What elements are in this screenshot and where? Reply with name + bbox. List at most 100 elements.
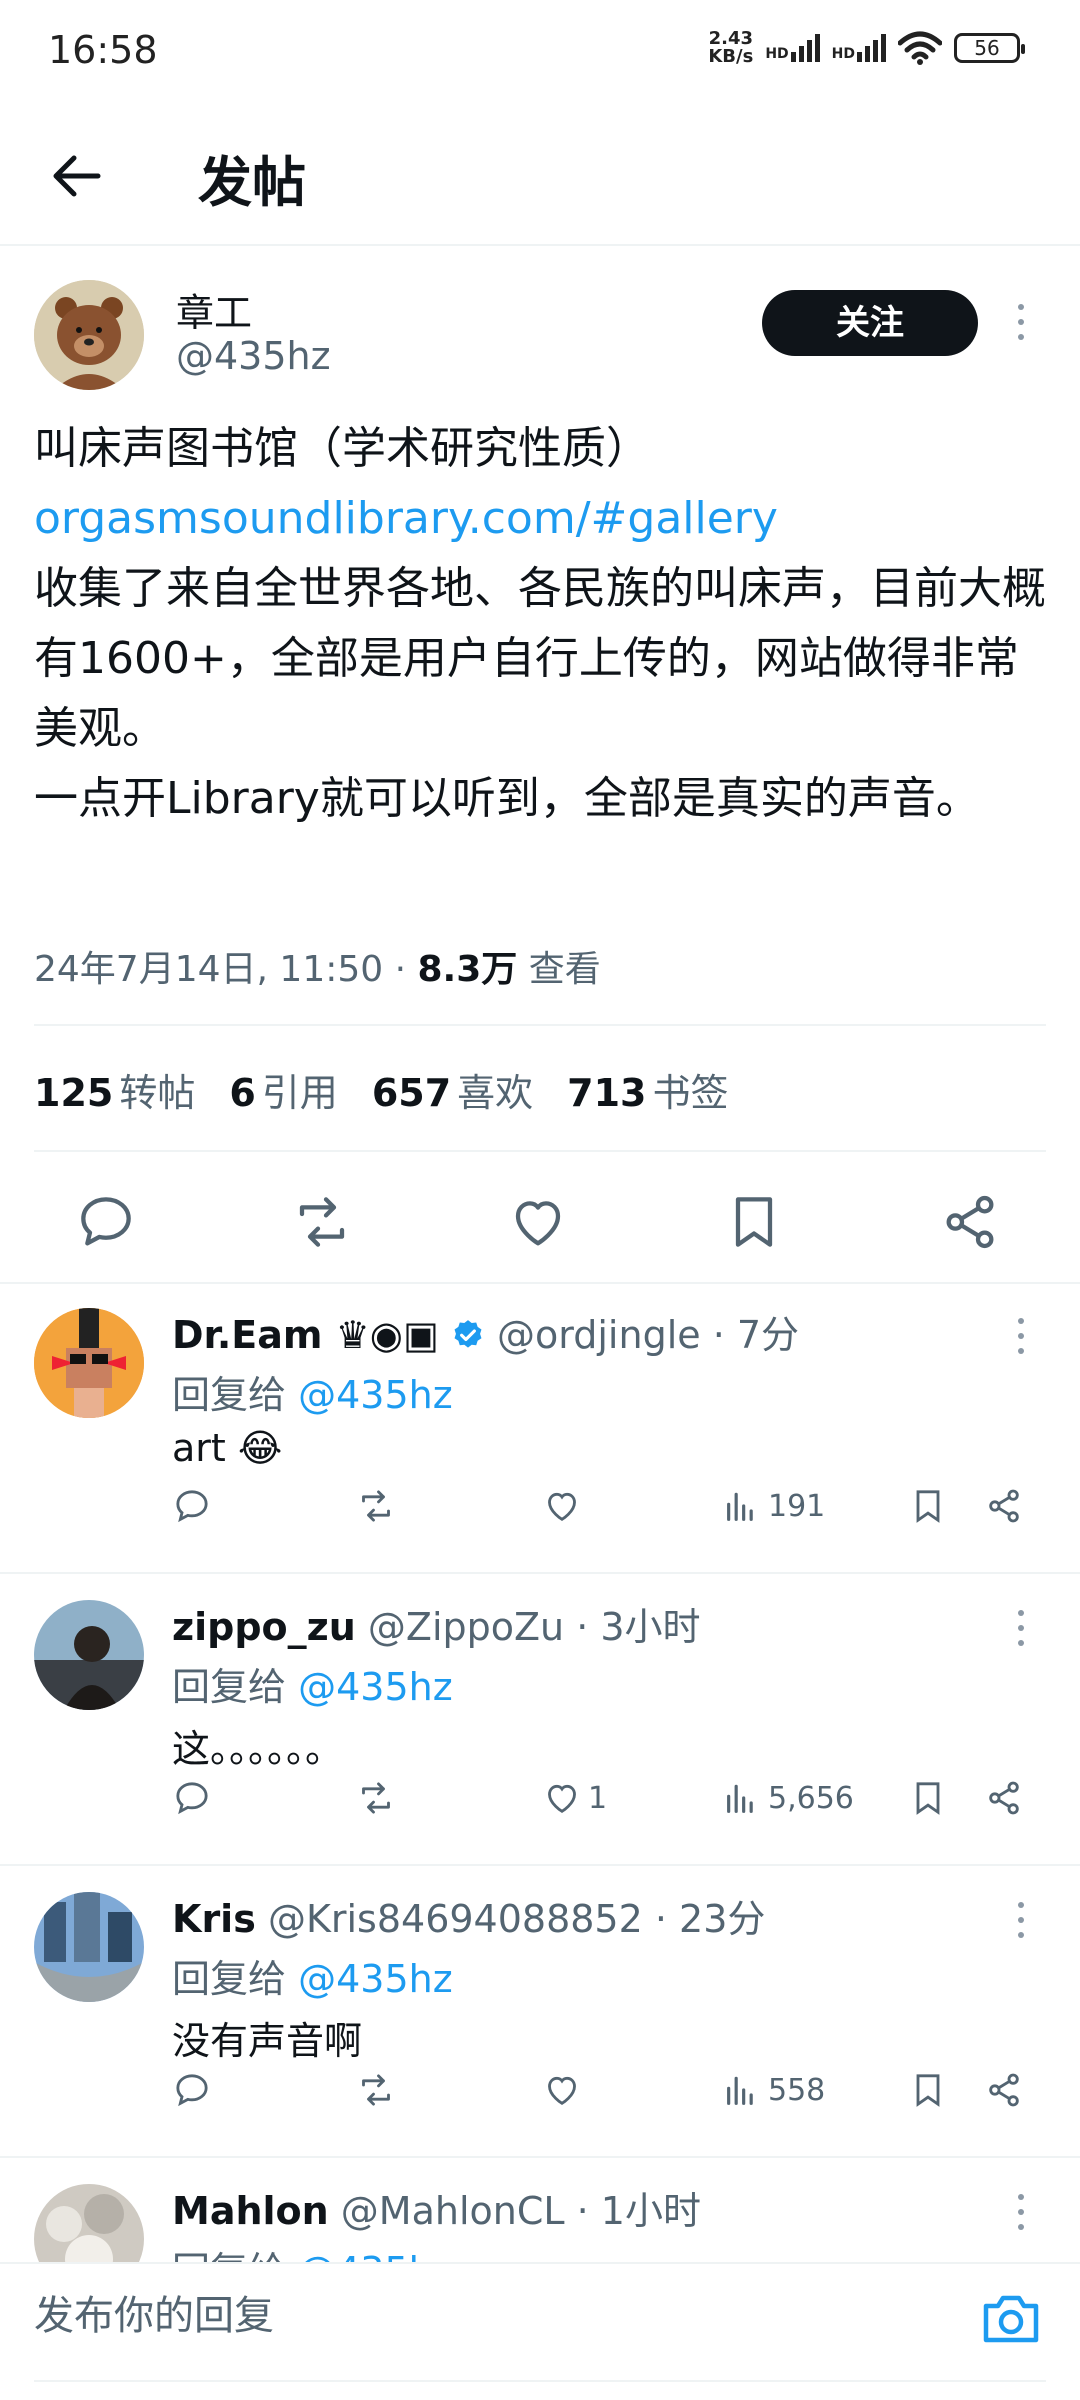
camera-icon[interactable] xyxy=(982,2292,1040,2344)
reply-header: Mahlon @MahlonCL · 1小时 xyxy=(172,2180,701,2235)
bookmark-icon[interactable] xyxy=(722,1190,786,1254)
reply-author-name[interactable]: Kris xyxy=(172,1897,256,1941)
like-icon[interactable]: 1 xyxy=(542,1776,607,1820)
wifi-icon xyxy=(898,31,942,65)
share-icon[interactable] xyxy=(984,2068,1024,2112)
bookmark-icon[interactable] xyxy=(908,1776,948,1820)
reply-to-line: 回复给 @435hz xyxy=(172,1665,453,1709)
reply-to-mention[interactable]: @435hz xyxy=(298,1957,453,2001)
reply-author-name[interactable]: Mahlon xyxy=(172,2189,329,2233)
share-icon[interactable] xyxy=(984,1776,1024,1820)
post-actions xyxy=(0,1190,1080,1290)
reply-actions: 558 xyxy=(0,2068,1080,2128)
verified-icon xyxy=(454,1320,482,1348)
reply-text: art 😂 xyxy=(172,1426,283,1470)
reply-to-line: 回复给 @435hz xyxy=(172,2240,453,2262)
reply-author-handle[interactable]: @ZippoZu · 3小时 xyxy=(368,1605,701,1649)
back-arrow-icon[interactable] xyxy=(48,148,104,204)
reply-to-mention[interactable]: @435hz xyxy=(298,1665,453,1709)
author-name[interactable]: 章工 xyxy=(176,282,252,337)
more-vertical-icon[interactable] xyxy=(1015,1318,1027,1362)
signal-2-icon: HD xyxy=(832,34,886,62)
post-text-line: 叫床声图书馆（学术研究性质） xyxy=(34,423,650,474)
reply-avatar[interactable] xyxy=(34,1892,144,2002)
post-meta: 24年7月14日, 11:50 · 8.3万 查看 xyxy=(34,940,601,992)
repost-icon[interactable] xyxy=(356,2068,396,2112)
views-count: 8.3万 xyxy=(417,949,518,990)
reply-author-name[interactable]: Dr.Eam ♛◉▣ xyxy=(172,1313,439,1357)
reply-icon[interactable] xyxy=(74,1190,138,1254)
reply-to-mention[interactable]: @435hz xyxy=(298,1373,453,1417)
reply-actions: 1 5,656 xyxy=(0,1776,1080,1836)
share-icon[interactable] xyxy=(984,1484,1024,1528)
status-bar: 16:58 2.43 KB/s HD HD 56 xyxy=(0,0,1080,100)
bookmark-icon[interactable] xyxy=(908,2068,948,2112)
status-icons: 2.43 KB/s HD HD 56 xyxy=(708,28,1025,67)
status-time: 16:58 xyxy=(48,28,158,72)
post-timestamp[interactable]: 24年7月14日, 11:50 · xyxy=(34,949,418,990)
post-text-body-2: 一点开Library就可以听到，全部是真实的声音。 xyxy=(34,773,980,824)
author-avatar[interactable] xyxy=(34,280,144,390)
reply-avatar[interactable] xyxy=(34,2184,144,2262)
more-vertical-icon[interactable] xyxy=(1015,1610,1027,1654)
more-vertical-icon[interactable] xyxy=(1015,1902,1027,1946)
views-label: 查看 xyxy=(517,949,601,990)
reply-to-line: 回复给 @435hz xyxy=(172,1373,453,1417)
reply-views-count: 558 xyxy=(768,2072,826,2108)
reply-like-count: 1 xyxy=(588,1780,608,1816)
like-icon[interactable] xyxy=(542,1484,588,1528)
more-vertical-icon[interactable] xyxy=(1015,304,1027,348)
top-bar: 发帖 xyxy=(0,110,1080,246)
reply-avatar[interactable] xyxy=(34,1308,144,1418)
reply-icon[interactable] xyxy=(172,1484,212,1528)
author-handle[interactable]: @435hz xyxy=(176,334,331,378)
post-text-body: 收集了来自全世界各地、各民族的叫床声，目前大概有1600+，全部是用户自行上传的… xyxy=(34,563,1046,754)
reply-input[interactable] xyxy=(34,2264,934,2368)
reply-item[interactable]: Kris @Kris84694088852 · 23分 回复给 @435hz 没… xyxy=(0,1868,1080,2158)
divider xyxy=(34,1024,1046,1026)
reply-author-name[interactable]: zippo_zu xyxy=(172,1605,356,1649)
reply-author-handle[interactable]: @MahlonCL · 1小时 xyxy=(341,2189,701,2233)
repost-icon[interactable] xyxy=(356,1776,396,1820)
reply-item[interactable]: Mahlon @MahlonCL · 1小时 回复给 @435hz xyxy=(0,2160,1080,2262)
bookmarks-stat[interactable]: 713 书签 xyxy=(567,1062,728,1117)
like-icon[interactable] xyxy=(542,2068,588,2112)
reply-to-mention[interactable]: @435hz xyxy=(298,2249,453,2262)
reply-to-line: 回复给 @435hz xyxy=(172,1957,453,2001)
views-icon[interactable]: 191 xyxy=(722,1484,825,1528)
reply-views-count: 5,656 xyxy=(768,1780,854,1816)
views-icon[interactable]: 558 xyxy=(722,2068,825,2112)
post-stats: 125 转帖 6 引用 657 喜欢 713 书签 xyxy=(34,1062,729,1117)
repost-icon[interactable] xyxy=(356,1484,396,1528)
reply-icon[interactable] xyxy=(172,2068,212,2112)
divider xyxy=(34,2380,1046,2382)
network-speed: 2.43 KB/s xyxy=(708,28,754,67)
page-title: 发帖 xyxy=(198,151,306,214)
reply-avatar[interactable] xyxy=(34,1600,144,1710)
reply-item[interactable]: Dr.Eam ♛◉▣ @ordjingle · 7分 回复给 @435hz ar… xyxy=(0,1284,1080,1574)
battery-icon: 56 xyxy=(954,33,1025,63)
post-link[interactable]: orgasmsoundlibrary.com/#gallery xyxy=(34,484,1054,554)
reply-icon[interactable] xyxy=(172,1776,212,1820)
divider xyxy=(34,1150,1046,1152)
reposts-stat[interactable]: 125 转帖 xyxy=(34,1062,195,1117)
reply-text: 没有声音啊 xyxy=(172,2019,363,2063)
reply-actions: 191 xyxy=(0,1484,1080,1544)
reply-author-handle[interactable]: @ordjingle · 7分 xyxy=(497,1313,799,1357)
reply-item[interactable]: zippo_zu @ZippoZu · 3小时 回复给 @435hz 这。。。。… xyxy=(0,1576,1080,1866)
like-icon[interactable] xyxy=(506,1190,570,1254)
reply-text: 这。。。。。。 xyxy=(172,1727,344,1771)
reply-composer xyxy=(0,2262,1080,2400)
share-icon[interactable] xyxy=(938,1190,1002,1254)
quotes-stat[interactable]: 6 引用 xyxy=(229,1062,337,1117)
more-vertical-icon[interactable] xyxy=(1015,2194,1027,2238)
signal-1-icon: HD xyxy=(765,34,820,62)
bookmark-icon[interactable] xyxy=(908,1484,948,1528)
likes-stat[interactable]: 657 喜欢 xyxy=(372,1062,533,1117)
follow-button[interactable]: 关注 xyxy=(762,290,978,356)
reply-views-count: 191 xyxy=(768,1488,826,1524)
repost-icon[interactable] xyxy=(290,1190,354,1254)
reply-author-handle[interactable]: @Kris84694088852 · 23分 xyxy=(268,1897,765,1941)
views-icon[interactable]: 5,656 xyxy=(722,1776,854,1820)
reply-header: zippo_zu @ZippoZu · 3小时 xyxy=(172,1596,701,1651)
